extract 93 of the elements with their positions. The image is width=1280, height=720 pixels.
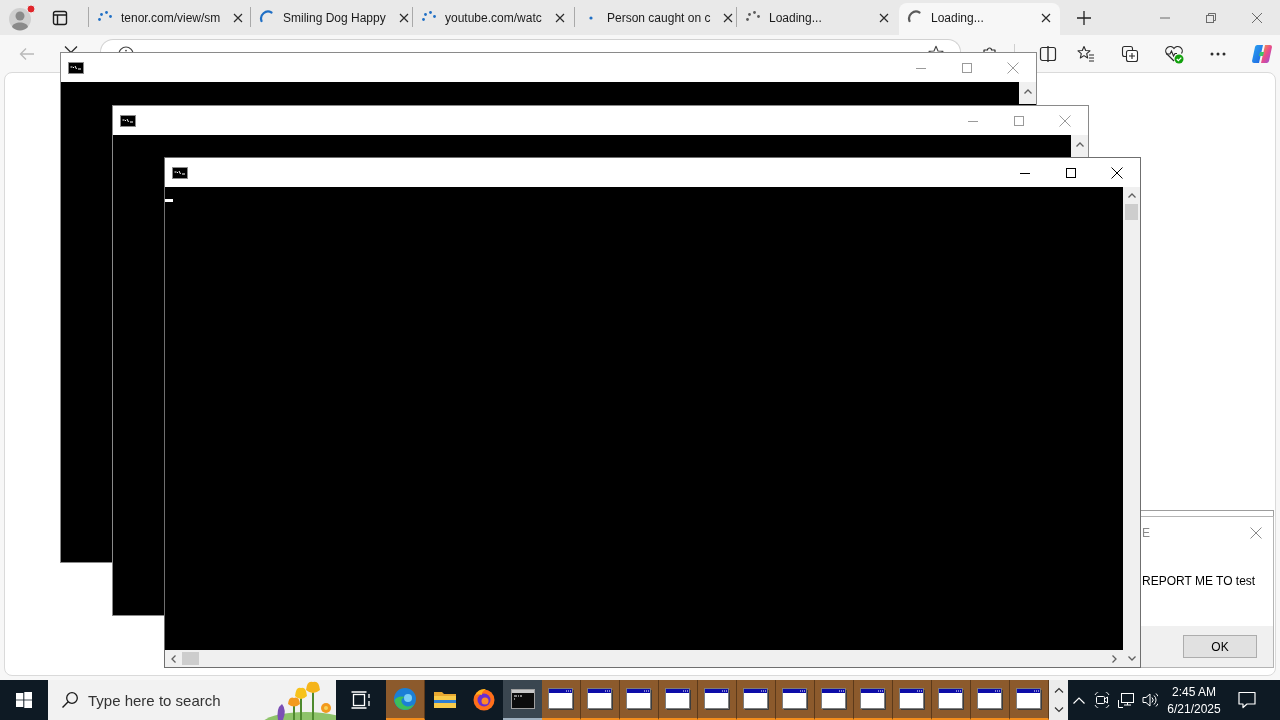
window-icon bbox=[821, 688, 847, 710]
taskbar-app-button[interactable] bbox=[542, 680, 581, 720]
split-screen-icon bbox=[1039, 44, 1057, 63]
windows-logo-icon bbox=[16, 692, 32, 708]
ok-button[interactable]: OK bbox=[1183, 635, 1257, 658]
taskbar-app-button[interactable] bbox=[815, 680, 854, 720]
window-icon bbox=[665, 688, 691, 710]
up-caret-icon bbox=[1023, 89, 1032, 94]
task-view-icon bbox=[351, 690, 371, 710]
up-caret-icon bbox=[1127, 193, 1136, 198]
info-icon bbox=[118, 46, 134, 52]
browser-tab[interactable]: Loading... bbox=[899, 3, 1060, 35]
video-camera-icon bbox=[1094, 692, 1110, 708]
console-icon bbox=[68, 61, 84, 74]
taskbar-app-button[interactable] bbox=[854, 680, 893, 720]
speaker-icon bbox=[1142, 692, 1158, 708]
scrollbar-thumb[interactable] bbox=[1125, 204, 1138, 220]
up-caret-icon bbox=[1073, 696, 1085, 704]
taskbar-app-button[interactable] bbox=[698, 680, 737, 720]
close-icon bbox=[1252, 12, 1262, 23]
search-icon bbox=[61, 691, 79, 709]
window-icon bbox=[626, 688, 652, 710]
browser-tab[interactable]: tenor.com/view/sm bbox=[89, 3, 250, 35]
maximize-icon bbox=[1014, 115, 1024, 126]
fox-browser-icon bbox=[471, 687, 496, 711]
text-cursor bbox=[165, 199, 173, 202]
close-icon bbox=[1041, 13, 1051, 23]
close-icon bbox=[723, 13, 734, 23]
taskbar-app-button[interactable] bbox=[737, 680, 776, 720]
dialog-title: E bbox=[1142, 525, 1151, 540]
taskbar-app-button[interactable] bbox=[386, 680, 425, 720]
heart-pulse-icon bbox=[1164, 43, 1184, 64]
taskbar-app-button[interactable] bbox=[776, 680, 815, 720]
close-icon bbox=[1250, 526, 1262, 539]
console-icon bbox=[172, 166, 188, 179]
puzzle-piece-icon bbox=[981, 45, 999, 52]
right-caret-icon bbox=[1112, 654, 1117, 663]
scrollbar-thumb[interactable] bbox=[182, 652, 199, 665]
restore-icon bbox=[1206, 12, 1216, 23]
plus-icon bbox=[1077, 10, 1091, 25]
star-with-lines-icon bbox=[1077, 44, 1095, 63]
close-icon bbox=[64, 46, 78, 52]
browser-tab[interactable]: Loading... bbox=[737, 3, 898, 35]
tab-actions-icon bbox=[52, 9, 68, 26]
window-icon bbox=[899, 688, 925, 710]
window-icon bbox=[977, 688, 1003, 710]
down-caret-icon bbox=[1127, 656, 1136, 661]
more-dots-icon bbox=[1210, 51, 1226, 56]
close-icon bbox=[233, 13, 244, 23]
window-icon bbox=[587, 688, 613, 710]
window-icon bbox=[860, 688, 886, 710]
taskbar-app-button[interactable] bbox=[659, 680, 698, 720]
maximize-icon bbox=[962, 62, 972, 73]
taskbar-app-button[interactable] bbox=[932, 680, 971, 720]
window-icon bbox=[704, 688, 730, 710]
speech-bubble-icon bbox=[1238, 691, 1256, 709]
taskbar-app-button[interactable] bbox=[581, 680, 620, 720]
window-icon bbox=[743, 688, 769, 710]
down-caret-icon bbox=[1053, 707, 1064, 713]
clock-button[interactable]: 2:45 AM 6/21/2025 bbox=[1162, 680, 1226, 720]
console-icon bbox=[120, 114, 136, 127]
left-caret-icon bbox=[171, 654, 176, 663]
browser-tab[interactable]: Smiling Dog Happy bbox=[251, 3, 412, 35]
window-icon bbox=[938, 688, 964, 710]
search-field[interactable]: Type here to search bbox=[88, 691, 228, 709]
up-caret-icon bbox=[1053, 687, 1064, 693]
folder-icon bbox=[432, 689, 457, 709]
search-bar[interactable]: Type here to search bbox=[48, 680, 336, 720]
window-icon bbox=[1016, 688, 1042, 710]
wave-browser-icon bbox=[393, 687, 417, 711]
window-icon bbox=[782, 688, 808, 710]
star-icon bbox=[928, 45, 944, 52]
horizontal-scrollbar[interactable] bbox=[165, 650, 1123, 667]
close-icon bbox=[398, 13, 409, 23]
taskbar-app-button[interactable] bbox=[893, 680, 932, 720]
taskbar-app-button[interactable] bbox=[503, 680, 542, 720]
console-icon bbox=[510, 689, 535, 709]
browser-tab[interactable]: youtube.com/watc bbox=[413, 3, 574, 35]
close-icon bbox=[879, 13, 889, 23]
dialog-message: REPORT ME TO test bbox=[1142, 573, 1256, 589]
taskbar-app-button[interactable] bbox=[1010, 680, 1049, 720]
back-arrow-icon bbox=[19, 45, 35, 62]
vertical-scrollbar[interactable] bbox=[1123, 187, 1140, 667]
collections-icon bbox=[1121, 44, 1139, 63]
window-icon bbox=[548, 688, 574, 710]
network-icon bbox=[1118, 692, 1134, 708]
address-field[interactable] bbox=[100, 39, 961, 52]
maximize-icon bbox=[1066, 167, 1076, 178]
up-caret-icon bbox=[1075, 142, 1084, 147]
taskbar-app-button[interactable] bbox=[620, 680, 659, 720]
colorful-logo-icon bbox=[1251, 42, 1273, 65]
taskbar-app-button[interactable] bbox=[971, 680, 1010, 720]
close-icon bbox=[555, 13, 565, 23]
